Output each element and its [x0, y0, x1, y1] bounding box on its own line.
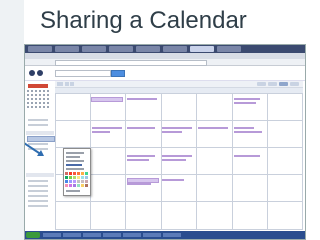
sidebar-link[interactable]: [28, 119, 48, 121]
calendar-event[interactable]: [198, 127, 228, 129]
other-calendars-header[interactable]: [26, 173, 54, 177]
calendar-event[interactable]: [92, 131, 110, 133]
color-swatch[interactable]: [69, 172, 72, 175]
browser-tab[interactable]: [28, 46, 52, 52]
tab-day[interactable]: [257, 82, 266, 86]
calendar-event[interactable]: [127, 183, 151, 185]
slide-accent-bar: [0, 0, 24, 240]
menu-item-calendar-settings[interactable]: [66, 156, 80, 158]
calendar-event[interactable]: [92, 127, 122, 129]
color-swatch[interactable]: [81, 180, 84, 183]
calendar-event[interactable]: [234, 98, 260, 100]
calendar-screenshot: [24, 44, 306, 240]
start-button[interactable]: [26, 232, 40, 238]
browser-tab[interactable]: [136, 46, 160, 52]
color-swatch[interactable]: [73, 184, 76, 187]
calendar-list-item[interactable]: [28, 190, 48, 192]
arrow-pointer-icon: [25, 142, 44, 156]
today-button[interactable]: [57, 82, 63, 86]
calendar-logo-icon[interactable]: [29, 68, 45, 78]
menu-item-display-only-this[interactable]: [66, 152, 84, 154]
tab-agenda[interactable]: [290, 82, 299, 86]
browser-tab[interactable]: [82, 46, 106, 52]
calendar-list-item[interactable]: [28, 195, 48, 197]
calendar-event[interactable]: [162, 131, 182, 133]
calendar-event[interactable]: [127, 127, 155, 129]
calendar-event[interactable]: [234, 102, 256, 104]
color-swatch[interactable]: [81, 176, 84, 179]
calendar-event[interactable]: [234, 131, 262, 133]
sidebar-link[interactable]: [28, 124, 48, 126]
calendar-event[interactable]: [91, 97, 123, 102]
color-swatch[interactable]: [65, 180, 68, 183]
color-swatch[interactable]: [69, 180, 72, 183]
calendar-list-item[interactable]: [28, 180, 48, 182]
calendar-event[interactable]: [127, 98, 157, 100]
menu-item-custom-color[interactable]: [66, 190, 80, 192]
calendar-event[interactable]: [127, 155, 155, 157]
browser-tab-active[interactable]: [190, 46, 214, 52]
menu-item-edit-notifications[interactable]: [66, 168, 84, 170]
menu-item-share-calendar[interactable]: [66, 164, 82, 166]
taskbar-item[interactable]: [143, 233, 161, 237]
color-swatch[interactable]: [85, 184, 88, 187]
calendar-event[interactable]: [127, 159, 149, 161]
browser-tab[interactable]: [109, 46, 133, 52]
slide-title: Sharing a Calendar: [40, 7, 247, 34]
browser-tab[interactable]: [55, 46, 79, 52]
taskbar-item[interactable]: [83, 233, 101, 237]
view-tabs: [257, 82, 301, 86]
calendar-event[interactable]: [162, 127, 192, 129]
mini-calendar[interactable]: [27, 90, 53, 116]
browser-tab-strip: [25, 45, 305, 53]
calendar-list-item[interactable]: [28, 205, 48, 207]
search-input[interactable]: [55, 70, 111, 77]
search-button[interactable]: [111, 70, 125, 77]
create-event-button[interactable]: [28, 84, 48, 88]
color-swatch[interactable]: [85, 172, 88, 175]
calendar-event[interactable]: [162, 179, 184, 181]
color-swatch[interactable]: [85, 176, 88, 179]
taskbar-item[interactable]: [63, 233, 81, 237]
color-swatch[interactable]: [77, 176, 80, 179]
calendar-list-item[interactable]: [28, 200, 48, 202]
browser-tab[interactable]: [217, 46, 241, 52]
taskbar-item[interactable]: [163, 233, 181, 237]
taskbar-item[interactable]: [43, 233, 61, 237]
calendar-event[interactable]: [234, 127, 254, 129]
color-swatch[interactable]: [69, 184, 72, 187]
color-swatch[interactable]: [77, 172, 80, 175]
my-calendars-header[interactable]: [26, 131, 54, 135]
browser-tab[interactable]: [163, 46, 187, 52]
color-swatch-grid: [65, 172, 88, 187]
calendar-event[interactable]: [162, 159, 186, 161]
taskbar-item[interactable]: [103, 233, 121, 237]
tab-week[interactable]: [268, 82, 277, 86]
menu-item-create-event[interactable]: [66, 160, 84, 162]
color-swatch[interactable]: [69, 176, 72, 179]
color-swatch[interactable]: [65, 184, 68, 187]
calendar-event[interactable]: [162, 155, 192, 157]
color-swatch[interactable]: [85, 180, 88, 183]
calendar-event[interactable]: [234, 155, 260, 157]
color-swatch[interactable]: [77, 180, 80, 183]
color-swatch[interactable]: [65, 176, 68, 179]
calendar-list-item[interactable]: [28, 185, 48, 187]
color-swatch[interactable]: [65, 172, 68, 175]
taskbar-item[interactable]: [123, 233, 141, 237]
color-swatch[interactable]: [81, 184, 84, 187]
prev-button[interactable]: [65, 82, 69, 86]
color-swatch[interactable]: [73, 172, 76, 175]
color-swatch[interactable]: [73, 180, 76, 183]
color-swatch[interactable]: [77, 184, 80, 187]
tab-month[interactable]: [279, 82, 288, 86]
color-swatch[interactable]: [73, 176, 76, 179]
color-swatch[interactable]: [81, 172, 84, 175]
next-button[interactable]: [70, 82, 74, 86]
